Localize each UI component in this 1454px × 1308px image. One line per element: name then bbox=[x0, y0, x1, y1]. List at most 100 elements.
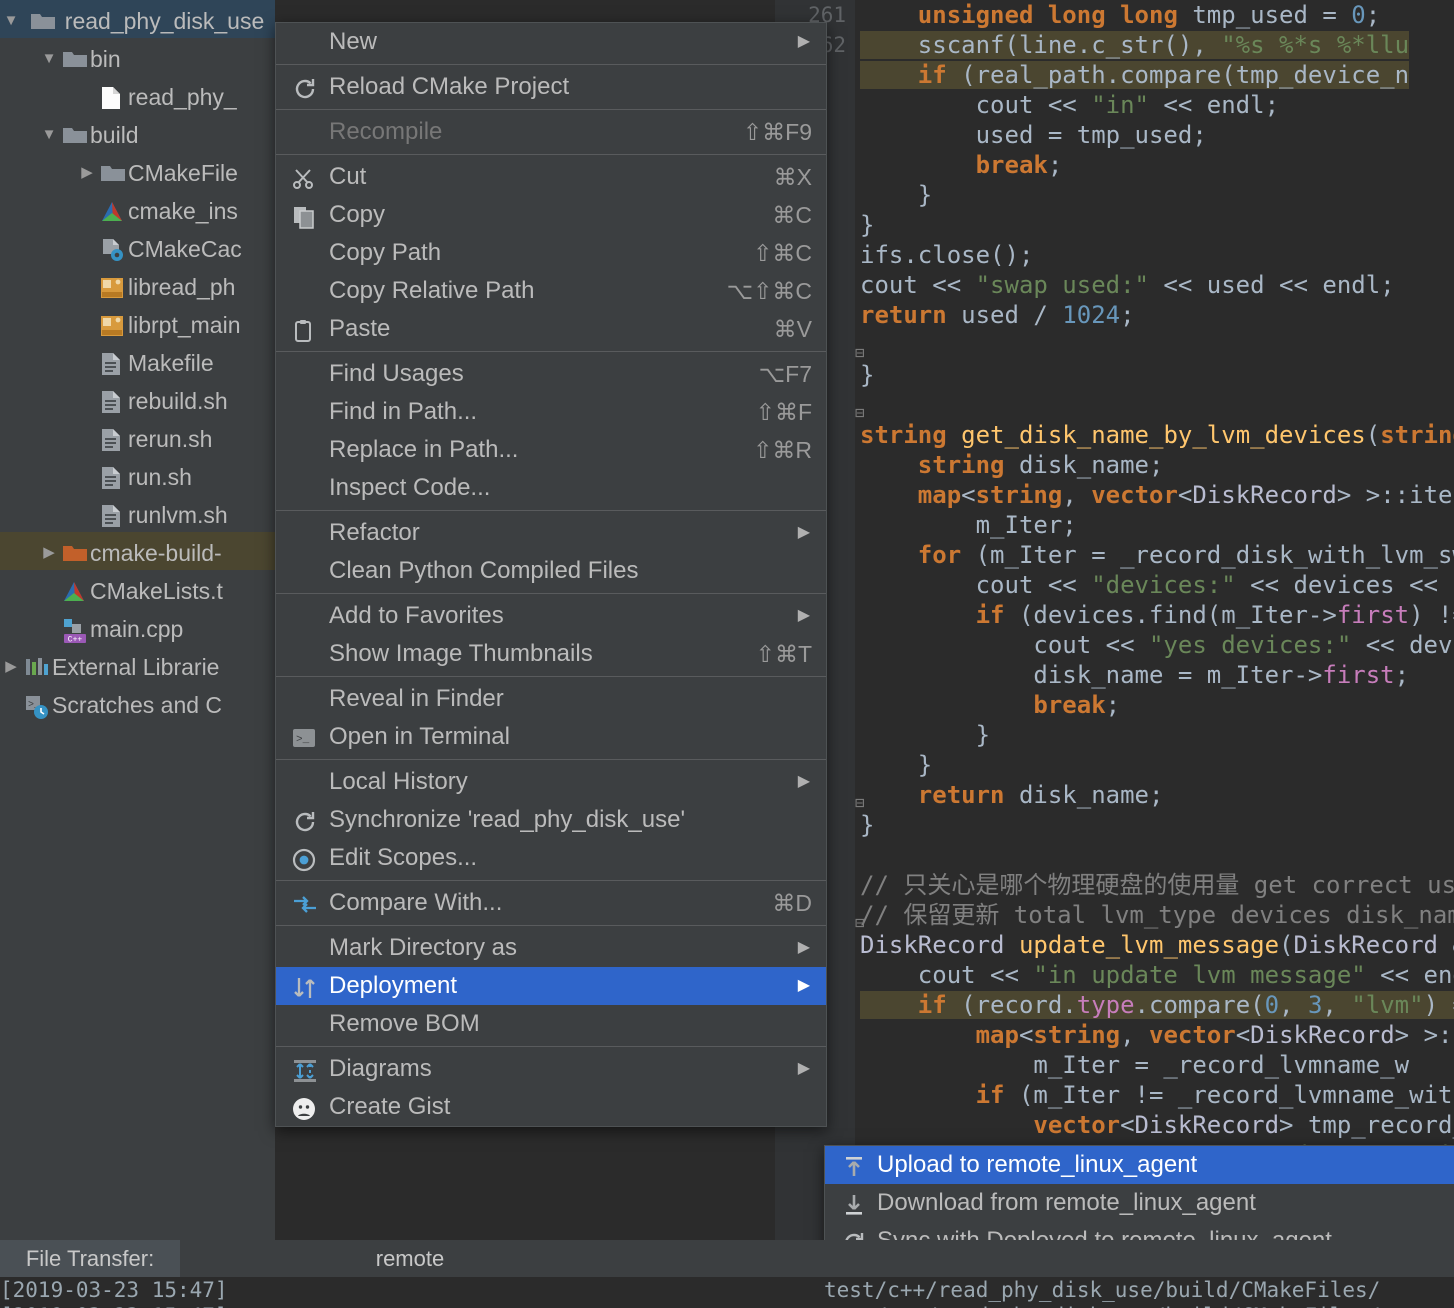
tree-row-run-sh[interactable]: run.sh bbox=[0, 456, 275, 494]
tree-row-bin[interactable]: ▼bin bbox=[0, 38, 275, 76]
remote-target-tab[interactable]: remote bbox=[180, 1240, 640, 1277]
menu-item-paste[interactable]: Paste⌘V bbox=[276, 310, 826, 348]
chevron-right-icon[interactable]: ▶ bbox=[798, 514, 810, 552]
chevron-down-icon[interactable]: ▼ bbox=[38, 116, 60, 154]
chevron-right-icon[interactable]: ▶ bbox=[798, 967, 810, 1005]
menu-item-diagrams[interactable]: Diagrams▶ bbox=[276, 1050, 826, 1088]
context-menu[interactable]: New▶Reload CMake ProjectRecompile⇧⌘F9Cut… bbox=[275, 22, 827, 1127]
menu-item-add-to-favorites[interactable]: Add to Favorites▶ bbox=[276, 597, 826, 635]
menu-item-refactor[interactable]: Refactor▶ bbox=[276, 514, 826, 552]
tree-row-main-cpp[interactable]: C++main.cpp bbox=[0, 608, 275, 646]
editor-code-area[interactable]: unsigned long long tmp_used = 0; sscanf(… bbox=[860, 0, 1454, 1250]
target-icon bbox=[290, 839, 320, 877]
fold-collapse-icon[interactable]: ⊟ bbox=[855, 913, 865, 932]
tree-row-cmake-ins[interactable]: cmake_ins bbox=[0, 190, 275, 228]
menu-item-copy-relative-path[interactable]: Copy Relative Path⌥⇧⌘C bbox=[276, 272, 826, 310]
menu-separator bbox=[276, 64, 826, 65]
tree-row-libread-ph[interactable]: libread_ph bbox=[0, 266, 275, 304]
tree-item-list[interactable]: ▼binread_phy_▼build▶CMakeFilecmake_insCM… bbox=[0, 38, 275, 722]
scissors-icon bbox=[290, 158, 320, 196]
editor-fold-strip[interactable]: ⊟ ⊟ ⊟ ⊟ bbox=[855, 0, 875, 1250]
archive-icon bbox=[98, 268, 128, 306]
code-line: break; bbox=[860, 150, 1454, 180]
menu-item-cut[interactable]: Cut⌘X bbox=[276, 158, 826, 196]
tree-row-read-phy[interactable]: read_phy_ bbox=[0, 76, 275, 114]
code-line: disk_name = m_Iter->first; bbox=[860, 660, 1454, 690]
chevron-down-icon[interactable]: ▼ bbox=[38, 40, 60, 78]
code-editor[interactable]: 261 262 unsigned long long tmp_used = 0;… bbox=[775, 0, 1454, 1250]
refresh-icon bbox=[290, 801, 320, 839]
tree-row-rebuild-sh[interactable]: rebuild.sh bbox=[0, 380, 275, 418]
chevron-right-icon[interactable]: ▶ bbox=[798, 23, 810, 61]
menu-item-copy[interactable]: Copy⌘C bbox=[276, 196, 826, 234]
chevron-down-icon[interactable]: ▼ bbox=[0, 2, 22, 40]
menu-item-reveal-in-finder[interactable]: Reveal in Finder bbox=[276, 680, 826, 718]
code-line: map<string, vector<DiskRecord> >::iter bbox=[860, 480, 1454, 510]
text-file-icon bbox=[98, 458, 128, 496]
tree-row-root[interactable]: ▼ read_phy_disk_use ~/Documents/code/tes… bbox=[0, 0, 275, 38]
menu-item-remove-bom[interactable]: Remove BOM bbox=[276, 1005, 826, 1043]
code-line bbox=[860, 330, 1454, 360]
menu-item-compare-with[interactable]: Compare With...⌘D bbox=[276, 884, 826, 922]
tree-row-external-librarie[interactable]: ▶ External Librarie bbox=[0, 646, 275, 684]
chevron-right-icon[interactable]: ▶ bbox=[798, 763, 810, 801]
code-line: if (devices.find(m_Iter->first) != bbox=[860, 600, 1454, 630]
menu-item-create-gist[interactable]: Create Gist bbox=[276, 1088, 826, 1126]
menu-item-label: Recompile bbox=[329, 118, 442, 145]
project-tree-panel[interactable]: ▼ read_phy_disk_use ~/Documents/code/tes… bbox=[0, 0, 275, 1240]
submenu-item-upload-to-remote-linux-agent[interactable]: Upload to remote_linux_agent bbox=[825, 1146, 1454, 1184]
chevron-right-icon[interactable]: ▶ bbox=[76, 154, 98, 192]
tree-item-label: External Librarie bbox=[52, 654, 219, 680]
menu-item-shortcut: ⌥F7 bbox=[759, 355, 812, 393]
menu-item-inspect-code[interactable]: Inspect Code... bbox=[276, 469, 826, 507]
archive-icon bbox=[98, 306, 128, 344]
menu-item-synchronize-read-phy-disk-use[interactable]: Synchronize 'read_phy_disk_use' bbox=[276, 801, 826, 839]
tree-row-scratches-and-c[interactable]: >_Scratches and C bbox=[0, 684, 275, 722]
tree-row-runlvm-sh[interactable]: runlvm.sh bbox=[0, 494, 275, 532]
menu-item-label: Copy Path bbox=[329, 239, 441, 266]
tree-row-build[interactable]: ▼ build bbox=[0, 114, 275, 152]
code-line: // 保留更新 total lvm_type devices disk_nam bbox=[860, 900, 1454, 930]
menu-item-mark-directory-as[interactable]: Mark Directory as▶ bbox=[276, 929, 826, 967]
bottom-tool-window[interactable]: File Transfer: remote [2019-03-23 15:47]… bbox=[0, 1240, 1454, 1308]
menu-item-reload-cmake-project[interactable]: Reload CMake Project bbox=[276, 68, 826, 106]
tree-item-label: build bbox=[90, 122, 139, 148]
tree-row-rerun-sh[interactable]: rerun.sh bbox=[0, 418, 275, 456]
chevron-right-icon[interactable]: ▶ bbox=[798, 597, 810, 635]
tree-row-librpt-main[interactable]: librpt_main bbox=[0, 304, 275, 342]
code-line: cout << "swap used:" << used << endl; bbox=[860, 270, 1454, 300]
menu-item-local-history[interactable]: Local History▶ bbox=[276, 763, 826, 801]
fold-collapse-icon[interactable]: ⊟ bbox=[855, 793, 865, 812]
menu-item-label: Edit Scopes... bbox=[329, 844, 477, 871]
tree-row-makefile[interactable]: Makefile bbox=[0, 342, 275, 380]
tree-row-cmakecac[interactable]: CMakeCac bbox=[0, 228, 275, 266]
menu-item-clean-python-compiled-files[interactable]: Clean Python Compiled Files bbox=[276, 552, 826, 590]
chevron-right-icon[interactable]: ▶ bbox=[798, 1050, 810, 1088]
menu-item-copy-path[interactable]: Copy Path⇧⌘C bbox=[276, 234, 826, 272]
fold-collapse-icon[interactable]: ⊟ bbox=[855, 403, 865, 422]
file-icon bbox=[98, 78, 128, 116]
code-line: vector<DiskRecord> tmp_record_ bbox=[860, 1110, 1454, 1140]
tree-item-label: libread_ph bbox=[128, 274, 235, 300]
menu-item-label: Find in Path... bbox=[329, 398, 477, 425]
menu-item-find-in-path[interactable]: Find in Path...⇧⌘F bbox=[276, 393, 826, 431]
chevron-right-icon[interactable]: ▶ bbox=[38, 534, 60, 572]
menu-item-replace-in-path[interactable]: Replace in Path...⇧⌘R bbox=[276, 431, 826, 469]
menu-item-find-usages[interactable]: Find Usages⌥F7 bbox=[276, 355, 826, 393]
code-line: } bbox=[860, 810, 1454, 840]
menu-item-open-in-terminal[interactable]: >_Open in Terminal bbox=[276, 718, 826, 756]
chevron-right-icon[interactable]: ▶ bbox=[798, 929, 810, 967]
tree-row-cmakelists-t[interactable]: CMakeLists.t bbox=[0, 570, 275, 608]
menu-item-deployment[interactable]: Deployment▶ bbox=[276, 967, 826, 1005]
file-transfer-tab[interactable]: File Transfer: bbox=[0, 1240, 180, 1277]
submenu-item-download-from-remote-linux-agent[interactable]: Download from remote_linux_agent bbox=[825, 1184, 1454, 1222]
tree-row-cmakefile[interactable]: ▶CMakeFile bbox=[0, 152, 275, 190]
menu-item-show-image-thumbnails[interactable]: Show Image Thumbnails⇧⌘T bbox=[276, 635, 826, 673]
menu-item-new[interactable]: New▶ bbox=[276, 23, 826, 61]
file-transfer-log-right: test/c++/read_phy_disk_use/build/CMakeFi… bbox=[824, 1277, 1454, 1308]
chevron-right-icon[interactable]: ▶ bbox=[0, 648, 22, 686]
menu-item-edit-scopes[interactable]: Edit Scopes... bbox=[276, 839, 826, 877]
tree-row-cmake-build[interactable]: ▶cmake-build- bbox=[0, 532, 275, 570]
fold-collapse-icon[interactable]: ⊟ bbox=[855, 343, 865, 362]
compare-icon bbox=[290, 884, 320, 922]
